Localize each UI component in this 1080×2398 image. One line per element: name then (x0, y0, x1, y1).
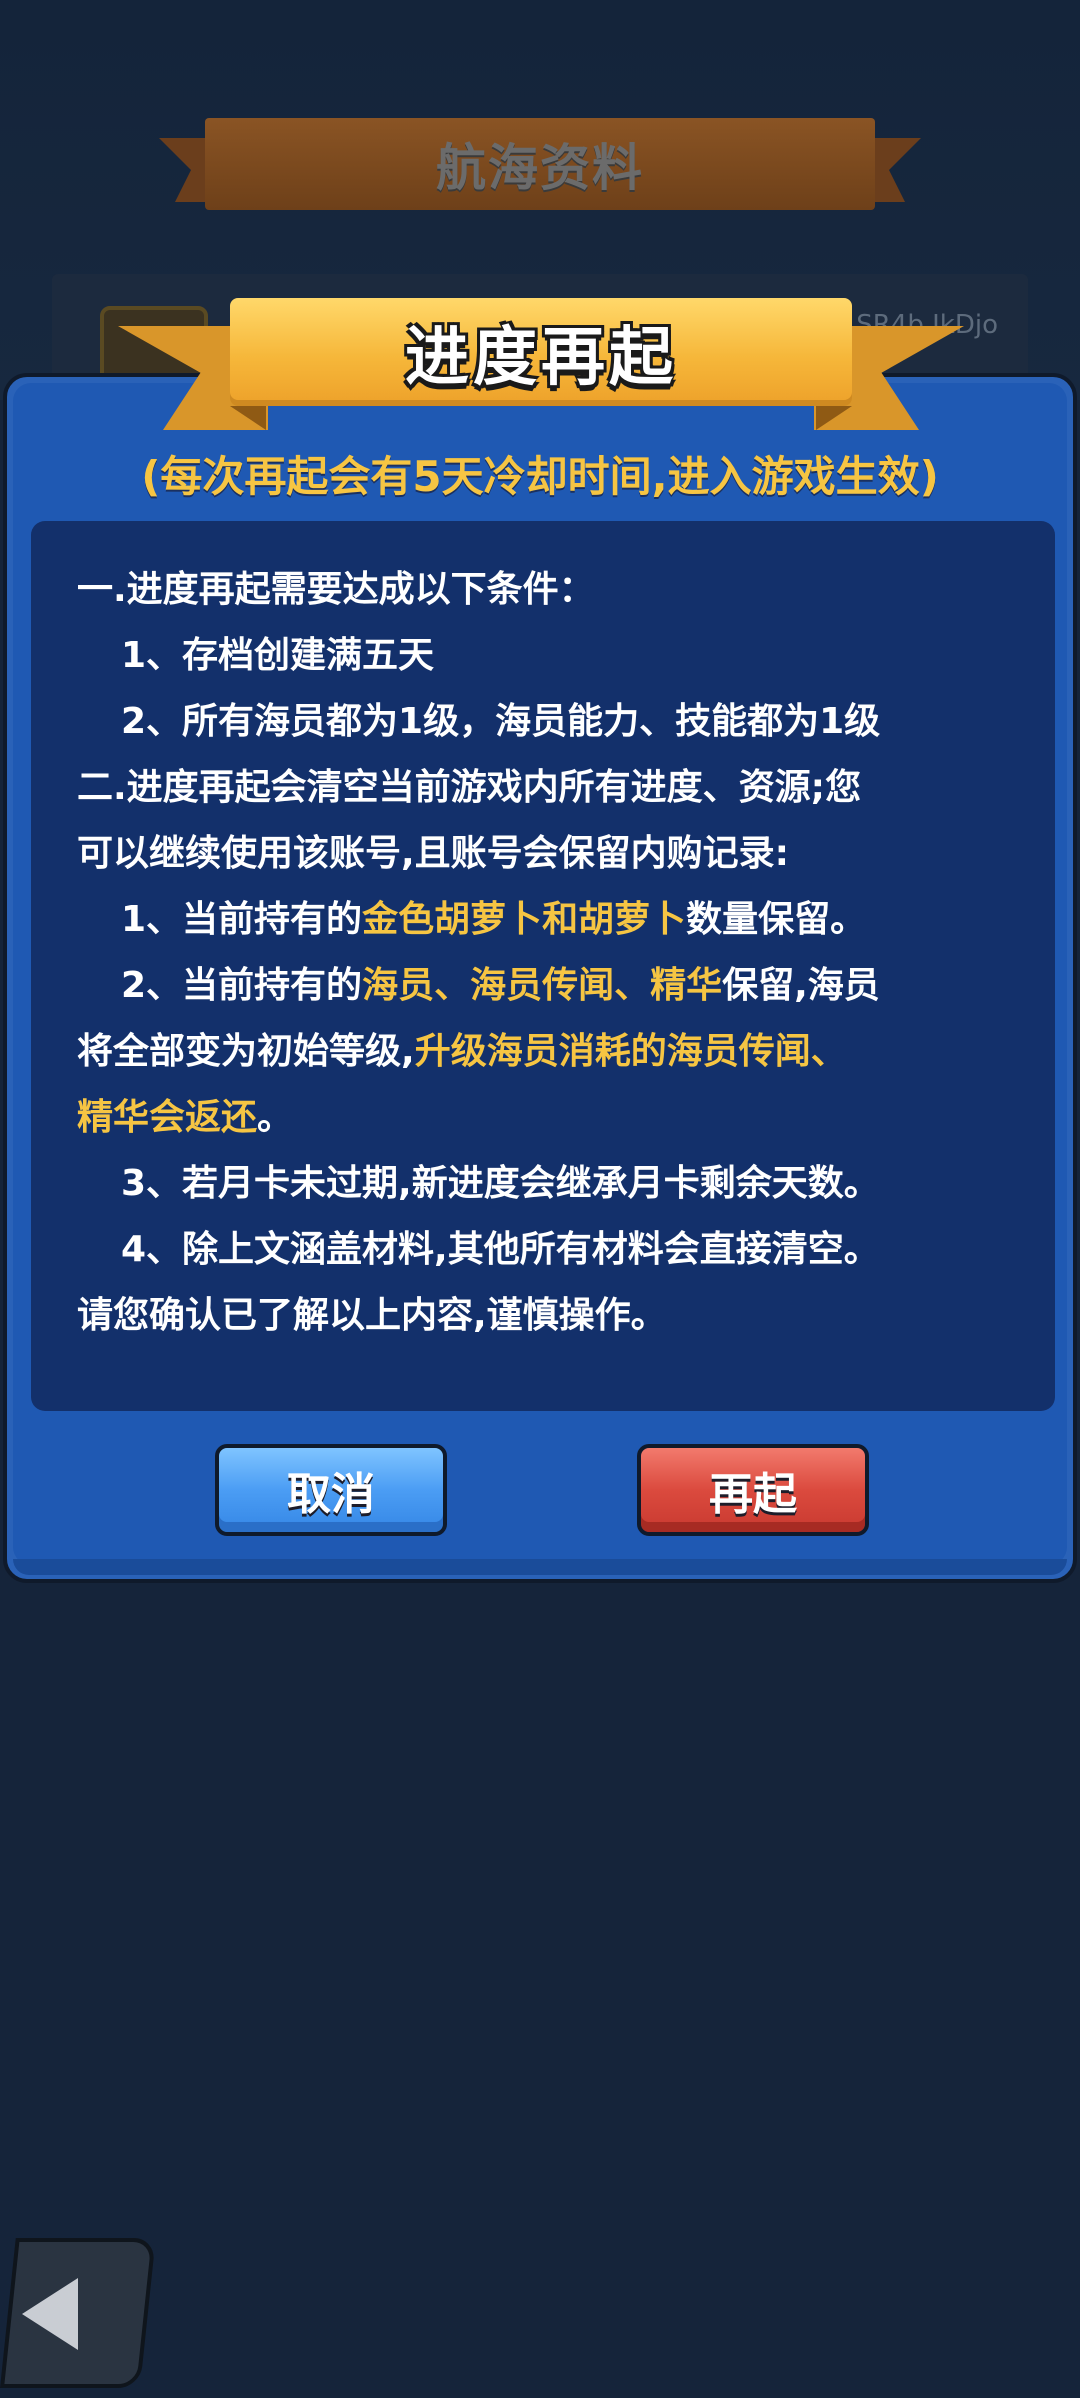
restart-button[interactable]: 再起 (637, 1444, 869, 1536)
back-arrow-icon (22, 2278, 78, 2350)
effect-item-4: 4、除上文涵盖材料,其他所有材料会直接清空。 (77, 1217, 1025, 1283)
ribbon-band: 航海资料 (205, 118, 875, 210)
effect-item-2-cont: 将全部变为初始等级,升级海员消耗的海员传闻、 (77, 1019, 1025, 1085)
ribbon-band: 进度再起 (230, 298, 852, 406)
effect-heading-cont: 可以继续使用该账号,且账号会保留内购记录: (77, 821, 1025, 887)
text-line: 3、若月卡未过期,新进度会继承月卡剩余天数。 (121, 1163, 880, 1204)
text-line: 1、存档创建满五天 (121, 635, 435, 676)
dialog-bottom-edge (13, 1559, 1067, 1575)
highlight-text: 金色胡萝卜和胡萝卜 (362, 899, 687, 940)
dialog-content: 一.进度再起需要达成以下条件： 1、存档创建满五天 2、所有海员都为1级，海员能… (31, 521, 1055, 1411)
background-header-ribbon: 航海资料 (159, 118, 921, 210)
effect-item-2: 2、当前持有的海员、海员传闻、精华保留,海员 (77, 953, 1025, 1019)
text-line: 保留,海员 (722, 965, 880, 1006)
text-line: 可以继续使用该账号,且账号会保留内购记录: (77, 833, 790, 874)
text-line: 数量保留。 (686, 899, 867, 940)
text-line: 4、除上文涵盖材料,其他所有材料会直接清空。 (121, 1229, 880, 1270)
background-header-title: 航海资料 (436, 139, 644, 197)
text-line: 二.进度再起会清空当前游戏内所有进度、资源;您 (77, 767, 862, 808)
restart-progress-dialog: (每次再起会有5天冷却时间,进入游戏生效) 一.进度再起需要达成以下条件： 1、… (3, 373, 1077, 1583)
dialog-title: 进度再起 (405, 321, 677, 395)
highlight-text: 升级海员消耗的海员传闻、 (414, 1031, 847, 1072)
condition-item-1: 1、存档创建满五天 (77, 623, 1025, 689)
dialog-title-ribbon: 进度再起 (118, 298, 964, 430)
text-line: 1、当前持有的 (121, 899, 363, 940)
cancel-button[interactable]: 取消 (215, 1444, 447, 1536)
condition-heading: 一.进度再起需要达成以下条件： (77, 557, 1025, 623)
effect-item-1: 1、当前持有的金色胡萝卜和胡萝卜数量保留。 (77, 887, 1025, 953)
confirm-notice: 请您确认已了解以上内容,谨慎操作。 (77, 1283, 1025, 1349)
dialog-subtitle: (每次再起会有5天冷却时间,进入游戏生效) (141, 452, 939, 501)
text-line: 。 (257, 1097, 294, 1138)
highlight-text: 精华会返还 (77, 1097, 258, 1138)
text-line: 请您确认已了解以上内容,谨慎操作。 (77, 1295, 667, 1336)
effect-heading: 二.进度再起会清空当前游戏内所有进度、资源;您 (77, 755, 1025, 821)
text-line: 2、当前持有的 (121, 965, 363, 1006)
highlight-text: 海员、海员传闻、精华 (362, 965, 723, 1006)
text-line: 2、所有海员都为1级，海员能力、技能都为1级 (121, 701, 881, 742)
text-line: 一.进度再起需要达成以下条件： (77, 569, 595, 610)
effect-item-2-end: 精华会返还。 (77, 1085, 1025, 1151)
effect-item-3: 3、若月卡未过期,新进度会继承月卡剩余天数。 (77, 1151, 1025, 1217)
condition-item-2: 2、所有海员都为1级，海员能力、技能都为1级 (77, 689, 1025, 755)
text-line: 将全部变为初始等级, (77, 1031, 415, 1072)
